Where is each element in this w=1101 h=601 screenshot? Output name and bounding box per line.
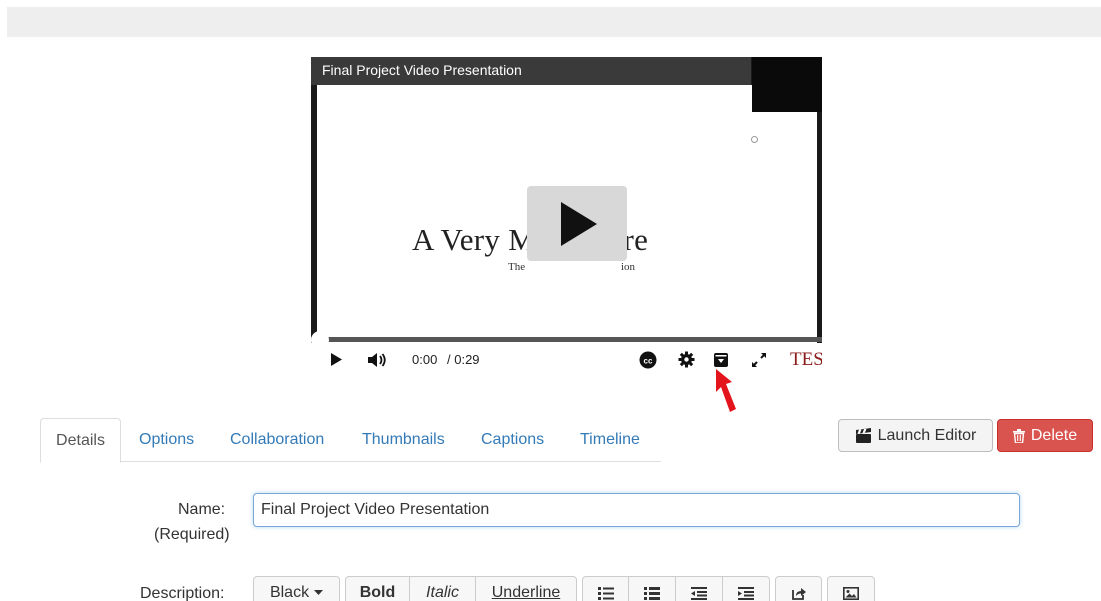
share-link-icon (791, 587, 806, 600)
tab-bar: Details Options Collaboration Thumbnails… (40, 418, 661, 463)
delete-label: Delete (1030, 427, 1078, 444)
outdent-icon (691, 586, 707, 600)
name-label: Name: (178, 501, 226, 518)
tab-captions[interactable]: Captions (481, 418, 544, 463)
ordered-list-icon (644, 586, 660, 600)
settings-button[interactable] (675, 343, 697, 376)
video-player[interactable]: A Very M lventure The ion Final Project … (311, 57, 822, 376)
big-play-button[interactable] (527, 186, 627, 261)
required-label: (Required) (154, 526, 230, 543)
description-label: Description: (140, 585, 225, 601)
gear-icon (678, 351, 694, 368)
download-icon (714, 352, 728, 367)
font-color-dropdown[interactable]: Black (253, 576, 340, 601)
play-icon (330, 353, 342, 366)
tab-options[interactable]: Options (139, 418, 194, 463)
annotation-arrow-icon (716, 369, 736, 412)
indent-icon (738, 586, 754, 600)
tab-details[interactable]: Details (40, 418, 121, 463)
current-time: 0:00 (412, 352, 438, 367)
unordered-list-button[interactable] (582, 576, 629, 601)
delete-button[interactable]: Delete (997, 419, 1093, 452)
fullscreen-button[interactable] (748, 343, 770, 376)
tab-timeline[interactable]: Timeline (580, 418, 640, 463)
font-color-value: Black (269, 584, 310, 601)
control-bar: 0:00 / 0:29 cc TES (311, 343, 822, 376)
top-bar (7, 7, 1101, 37)
closed-captions-icon: cc (639, 351, 657, 368)
insert-link-button[interactable] (775, 576, 822, 601)
slide-marker (751, 136, 758, 143)
play-button[interactable] (325, 343, 347, 376)
insert-image-button[interactable] (827, 576, 875, 601)
tab-collaboration[interactable]: Collaboration (230, 418, 324, 463)
indent-button[interactable] (722, 576, 770, 601)
slide-subtitle-right: ion (621, 261, 636, 273)
caret-down-icon (314, 590, 324, 595)
svg-text:cc: cc (644, 356, 653, 365)
brand-logo: TESU (790, 349, 822, 370)
unordered-list-icon (597, 586, 614, 600)
duration: / 0:29 (447, 352, 480, 367)
video-frame: A Very M lventure The ion (317, 85, 817, 376)
name-input[interactable] (253, 493, 1020, 527)
clapperboard-icon (855, 427, 871, 443)
play-icon (561, 202, 597, 246)
launch-editor-label: Launch Editor (877, 427, 977, 444)
video-corner-block (752, 57, 822, 112)
trash-icon (1012, 428, 1025, 443)
underline-button[interactable]: Underline (475, 576, 577, 601)
italic-button[interactable]: Italic (409, 576, 476, 601)
outdent-button[interactable] (675, 576, 723, 601)
bold-button[interactable]: Bold (345, 576, 410, 601)
slide-subtitle-left: The (508, 261, 526, 273)
tab-thumbnails[interactable]: Thumbnails (362, 418, 445, 463)
expand-icon (752, 352, 766, 367)
launch-editor-button[interactable]: Launch Editor (838, 419, 993, 452)
ordered-list-button[interactable] (628, 576, 676, 601)
image-icon (843, 586, 859, 600)
volume-icon (368, 352, 386, 367)
video-title: Final Project Video Presentation (311, 57, 751, 85)
progress-bar[interactable] (311, 337, 822, 342)
volume-button[interactable] (365, 343, 391, 376)
captions-button[interactable]: cc (637, 343, 659, 376)
